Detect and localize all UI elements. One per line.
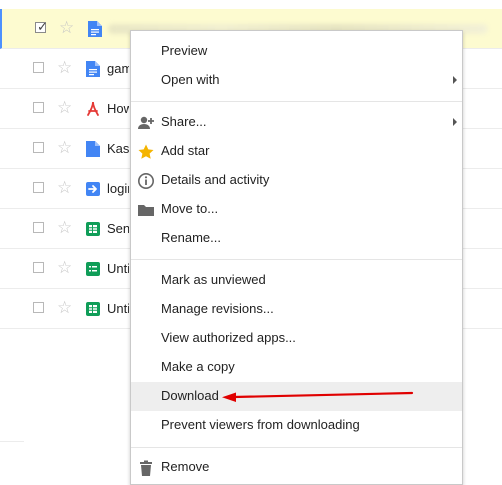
menu-label: Preview (161, 43, 208, 58)
file-name[interactable]: Unti (107, 301, 129, 316)
star-outline-icon[interactable]: ☆ (57, 59, 72, 76)
menu-label: Rename... (161, 230, 221, 245)
menu-label: Manage revisions... (161, 301, 274, 316)
submenu-arrow-icon (453, 76, 457, 84)
star-outline-icon[interactable]: ☆ (57, 179, 72, 196)
file-name[interactable]: Unti (107, 261, 129, 276)
menu-label: Make a copy (161, 359, 235, 374)
star-outline-icon[interactable]: ☆ (57, 299, 72, 316)
file-name[interactable]: How (107, 101, 129, 116)
menu-item-manage-revisions[interactable]: Manage revisions... (131, 295, 462, 324)
doc-file-icon (88, 21, 102, 37)
menu-item-prevent-download[interactable]: Prevent viewers from downloading (131, 411, 462, 440)
menu-item-mark-unviewed[interactable]: Mark as unviewed (131, 266, 462, 295)
folder-icon (138, 205, 154, 216)
menu-label: Remove (161, 459, 210, 474)
menu-separator (131, 101, 462, 102)
file-name[interactable]: gam (107, 61, 129, 76)
menu-item-remove[interactable]: Remove (131, 453, 462, 482)
menu-item-rename[interactable]: Rename... (131, 224, 462, 253)
menu-label: Details and activity (161, 172, 270, 187)
row-checkbox[interactable] (33, 302, 44, 313)
menu-label: Mark as unviewed (161, 272, 266, 287)
row-checkbox[interactable] (33, 142, 44, 153)
menu-label: Download (161, 388, 219, 403)
info-icon (138, 173, 154, 189)
menu-item-open-with[interactable]: Open with (131, 66, 462, 95)
menu-label: Move to... (161, 201, 219, 216)
menu-label: View authorized apps... (161, 330, 296, 345)
star-outline-icon[interactable]: ☆ (57, 219, 72, 236)
row-checkbox[interactable] (33, 182, 44, 193)
context-menu: Preview Open with Share... Add star Deta… (130, 30, 463, 485)
star-outline-icon[interactable]: ☆ (57, 99, 72, 116)
row-checkbox[interactable] (33, 262, 44, 273)
pdf-file-icon (87, 101, 99, 116)
menu-separator (131, 259, 462, 260)
row-checkbox[interactable] (33, 222, 44, 233)
form-file-icon (86, 262, 100, 276)
doc-file-icon (86, 141, 100, 157)
menu-item-details[interactable]: Details and activity (131, 166, 462, 195)
menu-item-make-copy[interactable]: Make a copy (131, 353, 462, 382)
menu-item-add-star[interactable]: Add star (131, 137, 462, 166)
sheet-file-icon (86, 302, 100, 316)
divider (0, 88, 24, 89)
person-add-icon (138, 116, 154, 129)
shortcut-file-icon (86, 182, 100, 196)
menu-separator (131, 447, 462, 448)
menu-label: Add star (161, 143, 210, 158)
menu-label: Share... (161, 114, 207, 129)
sheet-file-icon (86, 222, 100, 236)
doc-file-icon (86, 61, 100, 77)
menu-item-move-to[interactable]: Move to... (131, 195, 462, 224)
red-annotation-arrow (222, 391, 414, 402)
star-outline-icon[interactable]: ☆ (57, 259, 72, 276)
star-icon (138, 144, 154, 159)
row-checkbox[interactable]: ✓ (35, 19, 48, 34)
menu-item-view-authorized-apps[interactable]: View authorized apps... (131, 324, 462, 353)
check-icon: ✓ (37, 19, 48, 34)
row-checkbox[interactable] (33, 102, 44, 113)
file-name[interactable]: Kas (107, 141, 129, 156)
submenu-arrow-icon (453, 118, 457, 126)
file-name[interactable]: Sen (107, 221, 129, 236)
star-outline-icon[interactable]: ☆ (59, 19, 74, 36)
menu-label: Prevent viewers from downloading (161, 417, 360, 432)
menu-item-share[interactable]: Share... (131, 108, 462, 137)
divider (0, 441, 24, 442)
trash-icon (140, 460, 152, 476)
row-checkbox[interactable] (33, 62, 44, 73)
menu-label: Open with (161, 72, 220, 87)
star-outline-icon[interactable]: ☆ (57, 139, 72, 156)
menu-item-preview[interactable]: Preview (131, 37, 462, 66)
file-name[interactable]: login (107, 181, 129, 196)
